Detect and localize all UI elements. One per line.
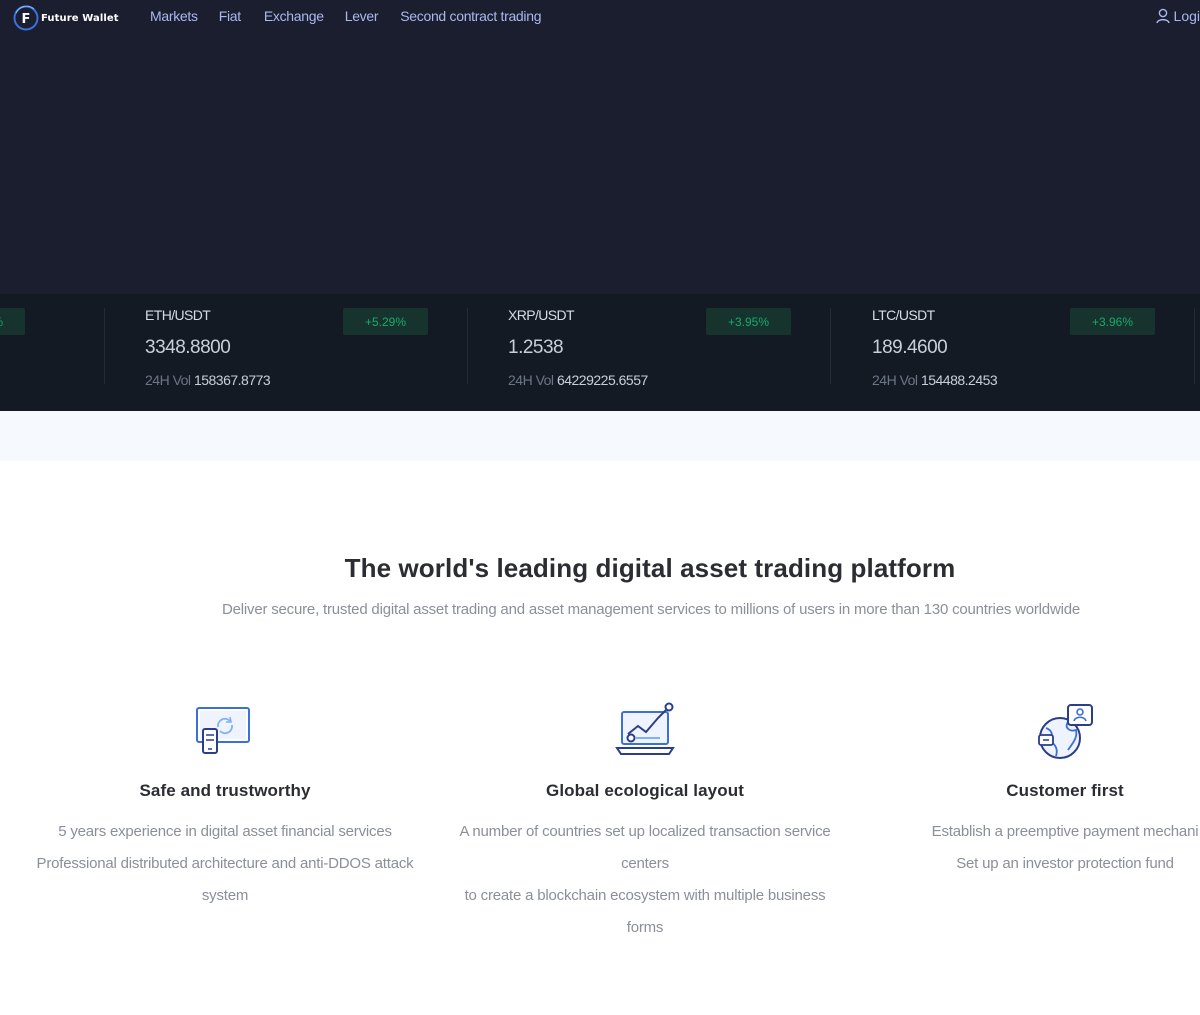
nav-lever[interactable]: Lever: [345, 8, 379, 24]
ticker-volume-value: 154488.2453: [920, 372, 998, 388]
section-title: The world's leading digital asset tradin…: [344, 553, 956, 583]
feature-desc-line: Establish a preemptive payment mechani: [931, 823, 1199, 840]
feature-desc-line: Professional distributed architecture an…: [36, 855, 414, 872]
ticker-volume-label: 24H Vol: [145, 372, 191, 388]
nav-markets[interactable]: Markets: [150, 8, 198, 24]
ticker-pair: LTC/USDT: [872, 307, 935, 323]
feature-title: Global ecological layout: [546, 781, 744, 800]
feature-desc-line: 5 years experience in digital asset fina…: [58, 823, 392, 840]
ticker-volume-value: 64229225.6557: [556, 372, 648, 388]
ticker-volume-label: 24H Vol: [872, 372, 918, 388]
feature-title: Safe and trustworthy: [139, 781, 311, 800]
section-strip: [0, 411, 1200, 461]
feature-desc-line: Set up an investor protection fund: [956, 855, 1174, 872]
feature-safe: Safe and trustworthy 5 years experience …: [15, 700, 435, 912]
brand-name: Future Wallet: [41, 12, 119, 24]
feature-description: Establish a preemptive payment mechani S…: [855, 816, 1200, 880]
feature-global: Global ecological layout A number of cou…: [435, 700, 855, 944]
page: F Future Wallet Markets Fiat Exchange Le…: [0, 0, 1200, 1015]
brand-logo-icon: F: [13, 5, 39, 31]
nav-fiat[interactable]: Fiat: [219, 8, 241, 24]
ticker-volume: 24H Vol 64229225.6557: [508, 372, 648, 388]
feature-desc-line: centers: [621, 855, 669, 872]
device-sync-icon: [196, 707, 250, 754]
brand-logo-letter: F: [22, 12, 31, 27]
ticker-pair: ETH/USDT: [145, 307, 211, 323]
ticker-price: 189.4600: [872, 337, 948, 358]
globe-support-icon: [1038, 704, 1093, 759]
laptop-chart-icon: [615, 702, 675, 755]
ticker-change-badge: +5.29%: [343, 308, 428, 335]
ticker-volume-label: 24H Vol: [508, 372, 554, 388]
ticker-volume: 24H Vol 154488.2453: [872, 372, 998, 388]
login-label: Logi: [1173, 8, 1200, 24]
ticker-volume: 24H Vol 158367.8773: [145, 372, 271, 388]
ticker-change-badge: +3.76%: [0, 308, 25, 335]
feature-desc-line: forms: [626, 919, 664, 936]
feature-desc-line: system: [201, 887, 249, 904]
ticker-change-badge: +3.96%: [1070, 308, 1155, 335]
feature-description: A number of countries set up localized t…: [435, 816, 855, 944]
ticker-divider: [1194, 308, 1195, 384]
ticker-divider: [830, 308, 831, 384]
ticker-price: 1.2538: [508, 337, 564, 358]
user-icon: [1155, 8, 1170, 24]
nav-second-contract-trading[interactable]: Second contract trading: [400, 8, 541, 24]
main-nav: Markets Fiat Exchange Lever Second contr…: [150, 0, 563, 32]
login-link[interactable]: Logi: [1155, 0, 1200, 32]
ticker-pair: XRP/USDT: [508, 307, 575, 323]
ticker-volume-value: 158367.8773: [193, 372, 271, 388]
ticker-price: 3348.8800: [145, 337, 231, 358]
ticker-change-badge: +3.95%: [706, 308, 791, 335]
feature-desc-line: A number of countries set up localized t…: [459, 823, 831, 840]
ticker-card-ltc[interactable]: LTC/USDT 189.4600 24H Vol 154488.2453 +3…: [832, 294, 1195, 411]
ticker-card-xrp[interactable]: XRP/USDT 1.2538 24H Vol 64229225.6557 +3…: [468, 294, 831, 411]
feature-desc-line: to create a blockchain ecosystem with mu…: [464, 887, 826, 904]
market-ticker: +3.76% ETH/USDT 3348.8800 24H Vol 158367…: [0, 294, 1200, 411]
feature-title: Customer first: [1006, 781, 1124, 800]
brand-logo[interactable]: F Future Wallet: [12, 4, 119, 32]
feature-description: 5 years experience in digital asset fina…: [15, 816, 435, 912]
top-navbar: F Future Wallet Markets Fiat Exchange Le…: [0, 0, 1200, 32]
feature-customer: Customer first Establish a preemptive pa…: [855, 700, 1200, 880]
hero-banner: [0, 32, 1200, 294]
section-subtitle: Deliver secure, trusted digital asset tr…: [222, 601, 1080, 618]
nav-exchange[interactable]: Exchange: [264, 8, 324, 24]
ticker-card-eth[interactable]: ETH/USDT 3348.8800 24H Vol 158367.8773 +…: [105, 294, 468, 411]
ticker-card-btc[interactable]: +3.76%: [0, 294, 65, 411]
